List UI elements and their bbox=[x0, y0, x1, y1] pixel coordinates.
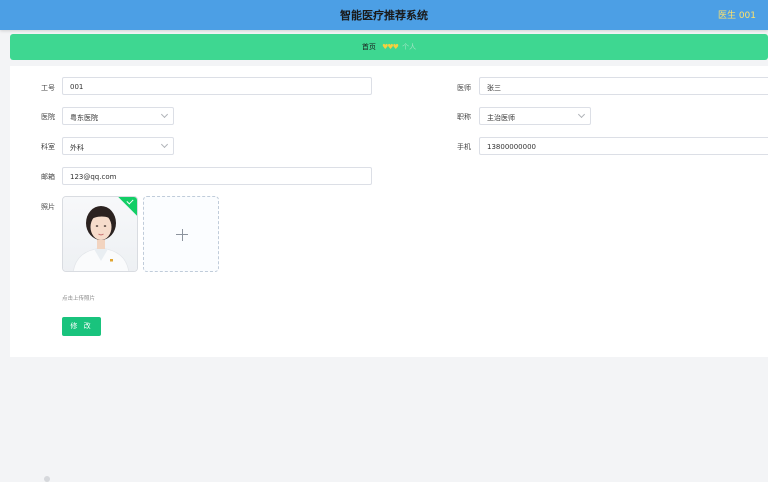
title-select-value: 主治医师 bbox=[487, 114, 515, 122]
uploaded-photo-thumbnail[interactable] bbox=[62, 196, 138, 272]
department-select-value: 外科 bbox=[70, 144, 84, 152]
doctor-portrait-image bbox=[72, 206, 130, 271]
footer-indicator bbox=[44, 476, 50, 482]
employee-id-label: 工号 bbox=[41, 84, 55, 92]
email-label: 邮箱 bbox=[41, 173, 55, 181]
email-input[interactable]: 123@qq.com bbox=[62, 167, 372, 185]
current-user-label[interactable]: 医生 001 bbox=[718, 8, 756, 21]
title-select[interactable]: 主治医师 bbox=[479, 107, 591, 125]
breadcrumb-heart-separator: ♥♥♥ bbox=[382, 43, 399, 51]
department-select[interactable]: 外科 bbox=[62, 137, 174, 155]
photo-label: 照片 bbox=[41, 203, 55, 211]
photo-upload-button[interactable] bbox=[143, 196, 219, 272]
hospital-select-value: 粤东医院 bbox=[70, 114, 98, 122]
doctor-name-input[interactable]: 张三 bbox=[479, 77, 768, 95]
profile-form-panel: 工号 001 医师 张三 医院 粤东医院 职称 主治医师 科室 外科 手机 13… bbox=[10, 66, 768, 357]
title-label: 职称 bbox=[457, 113, 471, 121]
top-header: 智能医疗推荐系统 医生 001 bbox=[0, 0, 768, 30]
breadcrumb-home-link[interactable]: 首页 bbox=[362, 43, 376, 51]
app-title: 智能医疗推荐系统 bbox=[340, 9, 428, 22]
breadcrumb-bar: 首页 ♥♥♥ 个人 bbox=[10, 34, 768, 60]
hospital-label: 医院 bbox=[41, 113, 55, 121]
phone-input[interactable]: 13800000000 bbox=[479, 137, 768, 155]
chevron-down-icon bbox=[160, 140, 169, 149]
modify-button[interactable]: 修 改 bbox=[62, 317, 101, 336]
breadcrumb: 首页 ♥♥♥ 个人 bbox=[10, 42, 768, 52]
doctor-name-label: 医师 bbox=[457, 84, 471, 92]
department-label: 科室 bbox=[41, 143, 55, 151]
chevron-down-icon bbox=[577, 110, 586, 119]
breadcrumb-current: 个人 bbox=[402, 43, 417, 51]
chevron-down-icon bbox=[160, 110, 169, 119]
employee-id-input[interactable]: 001 bbox=[62, 77, 372, 95]
phone-label: 手机 bbox=[457, 143, 471, 151]
hospital-select[interactable]: 粤东医院 bbox=[62, 107, 174, 125]
upload-tip-text: 点击上传照片 bbox=[62, 296, 96, 302]
